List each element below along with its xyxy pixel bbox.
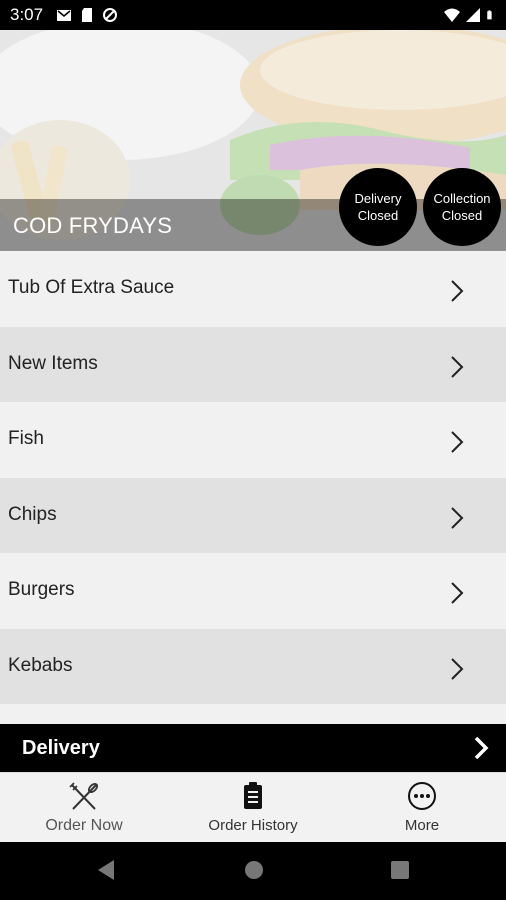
gmail-icon bbox=[57, 10, 71, 21]
chevron-right-icon bbox=[451, 431, 464, 453]
chevron-right-icon bbox=[451, 657, 464, 680]
chevron-right-icon bbox=[451, 582, 464, 604]
recents-icon[interactable] bbox=[390, 859, 410, 881]
battery-icon bbox=[487, 10, 492, 20]
delivery-mode-label: Delivery bbox=[22, 737, 100, 759]
clipboard-icon bbox=[244, 782, 262, 809]
chevron-right-icon bbox=[451, 506, 464, 529]
menu-item-chips[interactable]: Chips bbox=[0, 477, 506, 553]
menu-item-label: Burgers bbox=[8, 579, 75, 600]
tab-label: Order Now bbox=[45, 817, 123, 834]
menu-spacer bbox=[0, 704, 506, 724]
menu-item-label: Chips bbox=[8, 503, 57, 525]
menu-item-tub-of-extra-sauce[interactable]: Tub Of Extra Sauce bbox=[0, 251, 506, 327]
menu-item-burgers[interactable]: Burgers bbox=[0, 553, 506, 629]
status-time: 3:07 bbox=[10, 5, 44, 24]
menu-item-fish[interactable]: Fish bbox=[0, 402, 506, 478]
back-icon[interactable] bbox=[96, 859, 116, 881]
delivery-status-badge: Delivery Closed bbox=[339, 168, 417, 246]
badge-line: Closed bbox=[357, 208, 399, 223]
menu-item-label: Fish bbox=[8, 428, 44, 449]
menu-item-new-items[interactable]: New Items bbox=[0, 326, 506, 402]
menu-item-label: New Items bbox=[8, 352, 98, 374]
badge-line: Collection bbox=[433, 191, 491, 206]
collection-status-badge: Collection Closed bbox=[423, 168, 501, 246]
tab-order-now[interactable]: Order Now bbox=[34, 773, 134, 843]
cutlery-icon bbox=[69, 782, 99, 810]
tab-more[interactable]: More bbox=[382, 773, 462, 843]
badge-line: Closed bbox=[441, 208, 483, 223]
more-icon bbox=[408, 782, 436, 810]
menu-item-label: Tub Of Extra Sauce bbox=[8, 277, 175, 298]
restaurant-name: COD FRYDAYS bbox=[13, 213, 173, 238]
hero-banner: COD FRYDAYS Delivery Closed Collection C… bbox=[0, 30, 506, 251]
chevron-right-icon bbox=[474, 736, 489, 760]
status-bar: 3:07 bbox=[0, 0, 506, 30]
chevron-right-icon bbox=[451, 280, 464, 302]
data-saver-icon bbox=[103, 8, 117, 22]
chevron-right-icon bbox=[451, 355, 464, 378]
sd-card-icon bbox=[82, 8, 92, 22]
wifi-icon bbox=[444, 8, 460, 22]
delivery-mode-bar[interactable]: Delivery bbox=[0, 724, 506, 772]
system-nav-bar bbox=[0, 842, 506, 900]
home-icon[interactable] bbox=[244, 859, 264, 881]
menu-item-kebabs[interactable]: Kebabs bbox=[0, 628, 506, 704]
tab-order-history[interactable]: Order History bbox=[200, 773, 306, 843]
menu-category-list: Tub Of Extra Sauce New Items Fish Chips … bbox=[0, 251, 506, 704]
tab-label: More bbox=[404, 817, 440, 834]
bottom-tab-bar: Order Now Order History More bbox=[0, 772, 506, 843]
badge-line: Delivery bbox=[354, 191, 402, 206]
menu-item-label: Kebabs bbox=[8, 654, 73, 676]
signal-icon bbox=[466, 8, 480, 22]
tab-label: Order History bbox=[208, 817, 298, 834]
